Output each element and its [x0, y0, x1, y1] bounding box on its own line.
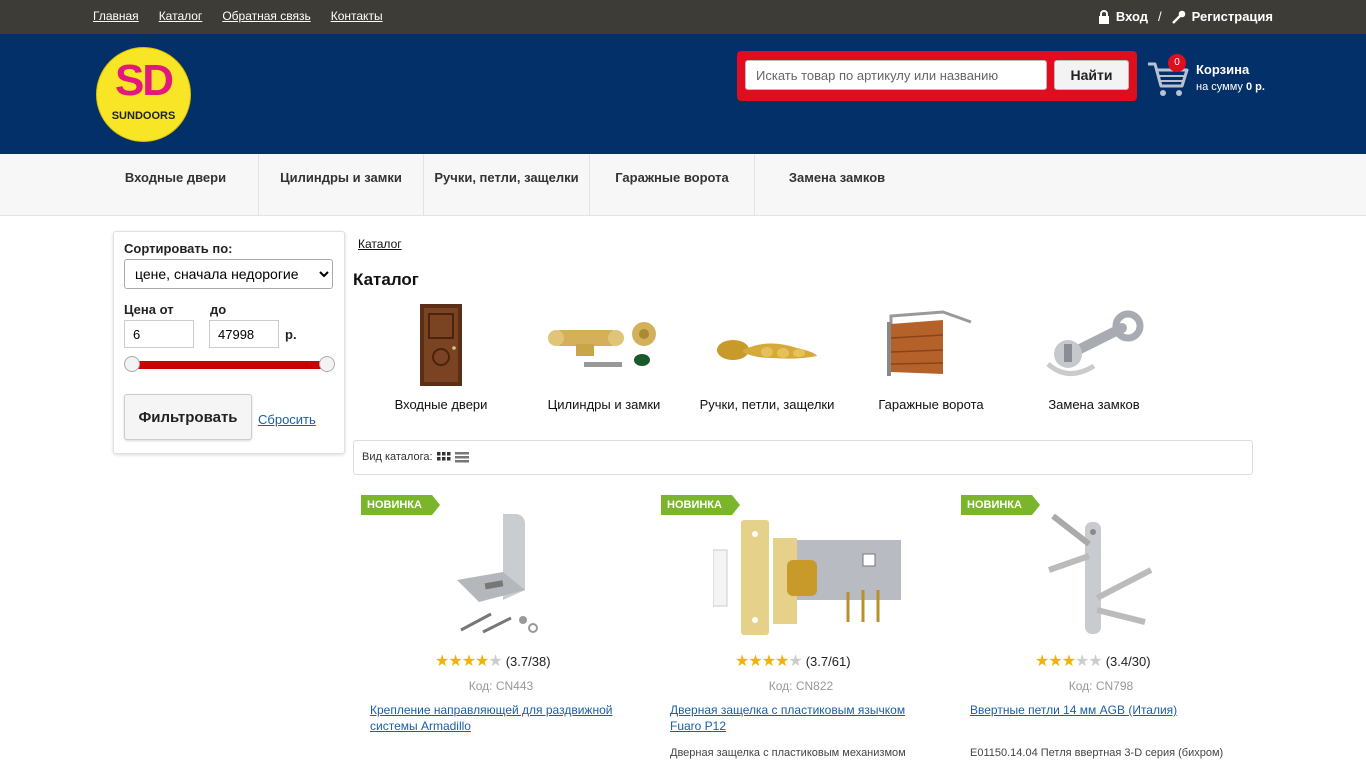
reset-link[interactable]: Сбросить [258, 412, 316, 427]
category-name: Входные двери [394, 397, 488, 412]
currency-label: р. [285, 327, 297, 342]
product-description: E01150.14.04 Петля ввертная 3-D серия (б… [970, 747, 1224, 759]
rating-stars: ★★★★★ [1035, 653, 1103, 670]
rating-stars: ★★★★★ [735, 653, 803, 670]
product-image[interactable] [712, 510, 913, 640]
nav-link-contacts[interactable]: Контакты [331, 9, 383, 23]
rating-stars: ★★★★★ [435, 653, 503, 670]
top-bar: Главная Каталог Обратная связь Контакты … [0, 0, 1366, 34]
cart[interactable]: 0 Корзина на сумму 0 р. [1146, 54, 1276, 104]
auth-links: Вход / Регистрация [1098, 9, 1273, 24]
product-rating: ★★★★★ (3.7/38) [435, 651, 551, 671]
catnav-item-garage-gates[interactable]: Гаражные ворота [590, 154, 755, 215]
product-title-link[interactable]: Дверная защелка с пластиковым язычком Fu… [670, 702, 930, 734]
price-range-track [132, 361, 326, 369]
cart-count-badge: 0 [1168, 54, 1186, 72]
login-link[interactable]: Вход [1116, 9, 1148, 24]
product-image[interactable] [1013, 510, 1213, 640]
nav-link-feedback[interactable]: Обратная связь [222, 9, 310, 23]
category-nav: Входные двери Цилиндры и замки Ручки, пе… [0, 154, 1366, 216]
catalog-view-bar: Вид каталога: [353, 440, 1253, 475]
catnav-item-handles[interactable]: Ручки, петли, защелки [424, 154, 590, 215]
product-code: Код: CN822 [768, 679, 834, 693]
price-to-input[interactable] [209, 320, 279, 348]
door-image [361, 302, 521, 392]
auth-separator: / [1158, 9, 1162, 24]
grid-view-icon[interactable] [437, 452, 451, 464]
search-box: Найти [737, 51, 1137, 101]
logo-text: SUNDOORS [111, 110, 176, 122]
category-name: Цилиндры и замки [547, 397, 661, 412]
cart-sum-prefix: на сумму [1196, 81, 1243, 93]
price-range-min-handle[interactable] [124, 356, 140, 372]
view-label: Вид каталога: [362, 451, 433, 463]
search-input[interactable] [745, 60, 1047, 90]
rating-text: (3.7/38) [505, 653, 551, 669]
product-rating: ★★★★★ (3.4/30) [1035, 651, 1151, 671]
category-card-entrance-doors[interactable]: Входные двери [361, 302, 521, 412]
category-card-lock-replacement[interactable]: Замена замков [1014, 302, 1174, 412]
category-card-handles[interactable]: Ручки, петли, защелки [687, 302, 847, 412]
handle-image [687, 302, 847, 392]
sort-label: Сортировать по: [124, 241, 233, 256]
price-from-label: Цена от [124, 302, 174, 317]
garage-gate-image [851, 302, 1011, 392]
catnav-item-lock-replacement[interactable]: Замена замков [755, 154, 919, 215]
sort-select[interactable]: цене, сначала недорогие [124, 259, 333, 289]
product-description: Дверная защелка с пластиковым механизмом [670, 747, 906, 759]
catnav-item-entrance-doors[interactable]: Входные двери [93, 154, 259, 215]
category-card-garage-gates[interactable]: Гаражные ворота [851, 302, 1011, 412]
price-from-input[interactable] [124, 320, 194, 348]
product-title-link[interactable]: Крепление направляющей для раздвижной си… [370, 702, 630, 734]
rating-text: (3.4/30) [1105, 653, 1151, 669]
rating-text: (3.7/61) [805, 653, 851, 669]
product-title-link[interactable]: Ввертные петли 14 мм AGB (Италия) [970, 702, 1230, 718]
breadcrumb[interactable]: Каталог [358, 237, 402, 251]
search-button[interactable]: Найти [1054, 60, 1129, 90]
filter-panel: Сортировать по: цене, сначала недорогие … [113, 231, 345, 454]
logo-mark: SD [114, 56, 174, 105]
product-code: Код: CN798 [1068, 679, 1134, 693]
filter-button[interactable]: Фильтровать [124, 394, 252, 440]
category-name: Гаражные ворота [878, 397, 984, 412]
catnav-item-cylinders-locks[interactable]: Цилиндры и замки [259, 154, 424, 215]
category-card-cylinders-locks[interactable]: Цилиндры и замки [524, 302, 684, 412]
register-link[interactable]: Регистрация [1192, 9, 1273, 24]
logo[interactable]: SD SUNDOORS [96, 47, 191, 142]
nav-link-home[interactable]: Главная [93, 9, 139, 23]
category-name: Ручки, петли, защелки [699, 397, 835, 412]
site-header: SD SUNDOORS Найти 0 Корзина на сумму 0 р… [0, 34, 1366, 154]
price-range-max-handle[interactable] [319, 356, 335, 372]
cart-title: Корзина [1196, 62, 1250, 77]
cart-sum-value: 0 р. [1245, 81, 1265, 93]
lock-icon [1098, 9, 1109, 24]
product-image[interactable] [413, 510, 613, 640]
page-title: Каталог [353, 270, 419, 289]
top-nav: Главная Каталог Обратная связь Контакты [93, 9, 383, 23]
nav-link-catalog[interactable]: Каталог [159, 9, 203, 23]
price-to-label: до [210, 302, 227, 317]
cart-sum: на сумму 0 р. [1196, 81, 1265, 93]
list-view-icon[interactable] [455, 452, 469, 464]
category-name: Замена замков [1048, 397, 1140, 412]
product-rating: ★★★★★ (3.7/61) [735, 651, 851, 671]
product-code: Код: CN443 [468, 679, 534, 693]
cylinder-image [524, 302, 684, 392]
wrench-image [1014, 302, 1174, 392]
key-icon [1171, 10, 1185, 24]
